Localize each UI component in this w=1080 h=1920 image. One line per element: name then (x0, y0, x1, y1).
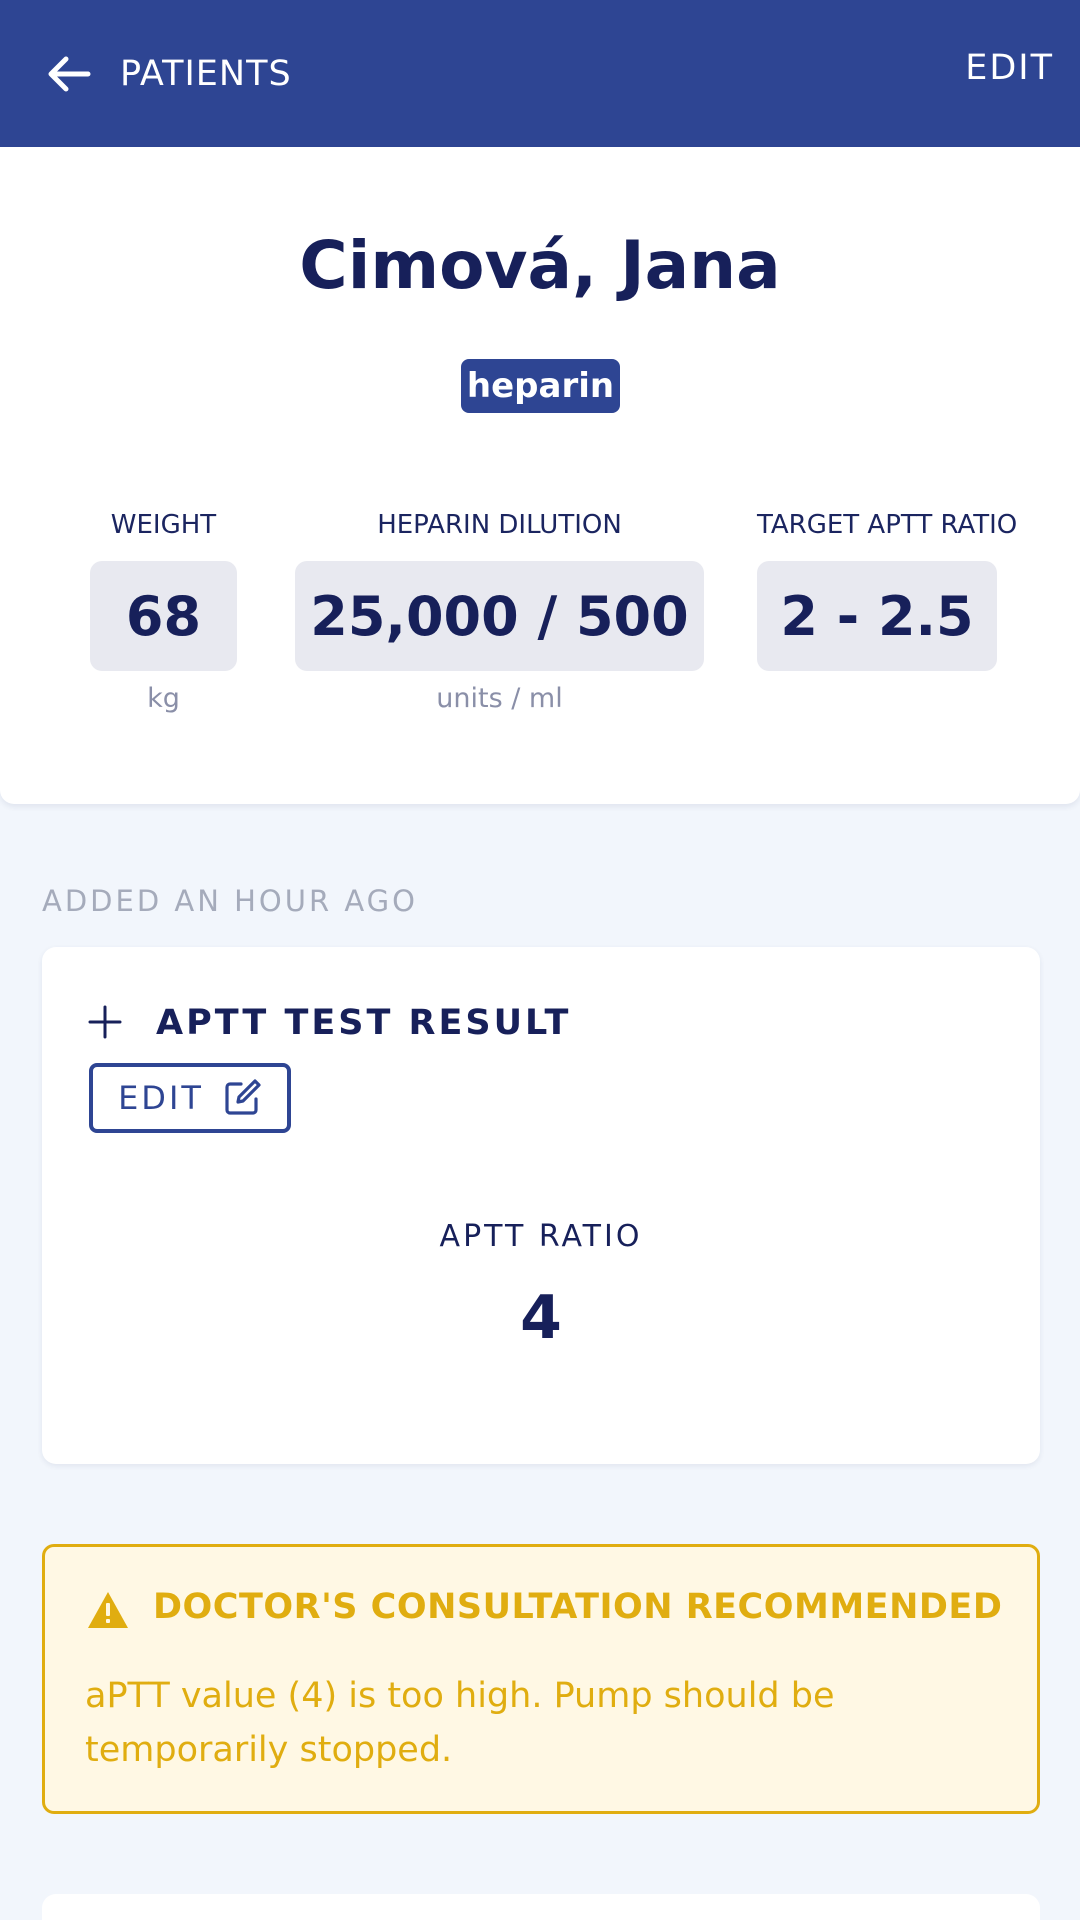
back-label: PATIENTS (120, 54, 292, 94)
aptt-ratio-value: 4 (520, 1283, 562, 1353)
edit-patient-button[interactable]: EDIT (965, 48, 1054, 88)
target-aptt-label: TARGET APTT RATIO (757, 510, 1018, 540)
dilution-unit: units / ml (436, 683, 563, 714)
patient-summary-card: Cimová, Jana heparin WEIGHT 68 kg HEPARI… (0, 147, 1080, 804)
aptt-result-card: APTT TEST RESULT EDIT APTT RATIO 4 (42, 947, 1040, 1464)
dilution-label: HEPARIN DILUTION (377, 510, 622, 540)
dilution-value: 25,000 / 500 (295, 561, 704, 671)
edit-result-button[interactable]: EDIT (89, 1063, 291, 1133)
weight-unit: kg (147, 683, 180, 714)
entry-time-label: ADDED AN HOUR AGO (42, 884, 418, 918)
weight-value: 68 (90, 561, 237, 671)
edit-square-icon (225, 1079, 261, 1115)
consultation-warning: DOCTOR'S CONSULTATION RECOMMENDED aPTT v… (42, 1544, 1040, 1814)
target-aptt-value: 2 - 2.5 (757, 561, 997, 671)
back-to-patients-button[interactable]: PATIENTS (44, 40, 292, 108)
next-entry-card (42, 1894, 1040, 1920)
edit-result-label: EDIT (118, 1079, 204, 1117)
app-bar: PATIENTS EDIT (0, 0, 1080, 147)
warning-message: aPTT value (4) is too high. Pump should … (85, 1676, 835, 1770)
patient-name: Cimová, Jana (299, 227, 781, 304)
plus-icon (88, 1005, 122, 1039)
arrow-left-icon (48, 56, 91, 92)
warning-triangle-icon (88, 1592, 128, 1628)
weight-param: WEIGHT 68 kg (90, 509, 237, 714)
warning-title: DOCTOR'S CONSULTATION RECOMMENDED (153, 1587, 1003, 1627)
aptt-ratio-label: APTT RATIO (439, 1219, 643, 1254)
drug-badge: heparin (461, 359, 620, 413)
weight-label: WEIGHT (110, 510, 217, 540)
dilution-param: HEPARIN DILUTION 25,000 / 500 units / ml (295, 509, 704, 714)
result-title: APTT TEST RESULT (156, 1003, 572, 1043)
target-aptt-param: TARGET APTT RATIO 2 - 2.5 (757, 509, 1018, 671)
